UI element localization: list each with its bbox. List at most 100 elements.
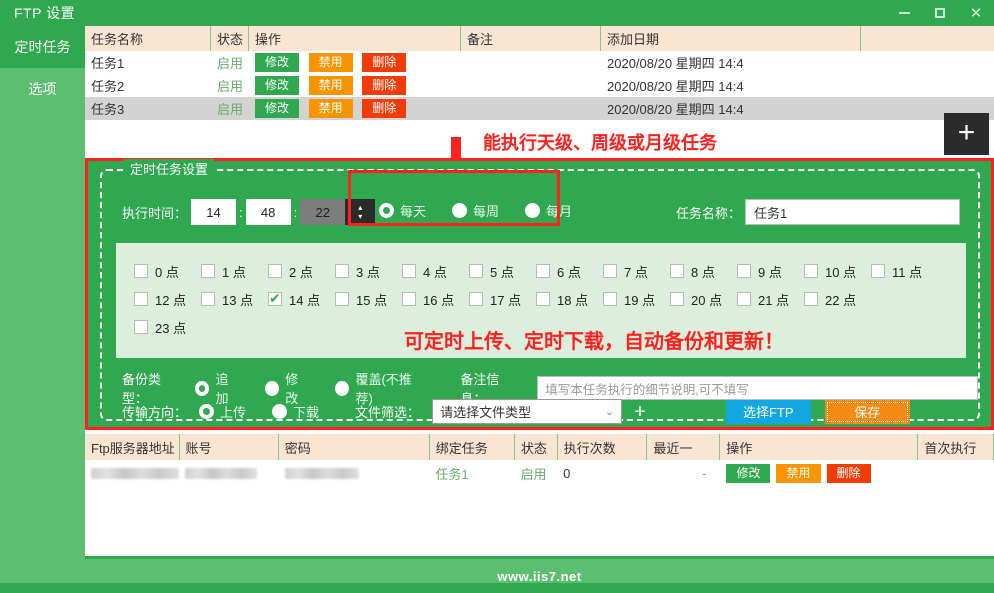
cell-task-name: 任务3	[85, 99, 211, 118]
hour-label: 23 点	[155, 318, 186, 337]
hour-checkbox-20[interactable]: 20 点	[670, 290, 737, 309]
task-name-label: 任务名称：	[676, 203, 741, 222]
delete-button[interactable]: 删除	[362, 53, 406, 72]
exec-time-label: 执行时间：	[122, 203, 187, 222]
hour-label: 3 点	[356, 262, 380, 281]
table-row[interactable]: 任务1 启用 修改 禁用 删除 2020/08/20 星期四 14:4	[85, 51, 994, 74]
hour-checkbox-10[interactable]: 10 点	[804, 262, 871, 281]
annotation-highlight-box	[348, 170, 560, 226]
table-row[interactable]: 任务1 启用 0 - 修改 禁用 删除	[85, 460, 994, 486]
hour-label: 14 点	[289, 290, 320, 309]
checkbox-icon	[268, 264, 282, 278]
checkbox-icon	[134, 292, 148, 306]
disable-button[interactable]: 禁用	[776, 464, 820, 483]
hour-checkbox-0[interactable]: 0 点	[134, 262, 201, 281]
column-header-bind-task: 绑定任务	[430, 434, 515, 460]
hour-checkbox-9[interactable]: 9 点	[737, 262, 804, 281]
delete-button[interactable]: 删除	[362, 76, 406, 95]
choose-ftp-button[interactable]: 选择FTP	[726, 400, 811, 424]
hour-checkbox-23[interactable]: 23 点	[134, 318, 201, 337]
cell-password	[279, 468, 430, 479]
column-header-last-exec: 最近一	[647, 434, 720, 460]
cell-operations: 修改 禁用 删除	[249, 99, 461, 118]
hour-checkbox-13[interactable]: 13 点	[201, 290, 268, 309]
task-name-input[interactable]: 任务1	[745, 199, 960, 225]
hour-checkbox-14[interactable]: 14 点	[268, 290, 335, 309]
column-header-first-exec: 首次执行	[918, 434, 994, 460]
hour-field[interactable]: 14	[191, 199, 236, 225]
column-header-address: Ftp服务器地址	[85, 434, 180, 460]
hour-checkbox-18[interactable]: 18 点	[536, 290, 603, 309]
redacted-account	[185, 468, 257, 479]
checkbox-icon	[469, 292, 483, 306]
task-table-body: 任务1 启用 修改 禁用 删除 2020/08/20 星期四 14:4 任务2 …	[85, 51, 994, 120]
delete-button[interactable]: 删除	[827, 464, 871, 483]
hour-checkbox-3[interactable]: 3 点	[335, 262, 402, 281]
edit-button[interactable]: 修改	[255, 76, 299, 95]
minimize-button[interactable]	[886, 0, 922, 26]
hour-checkbox-7[interactable]: 7 点	[603, 262, 670, 281]
hour-checkbox-15[interactable]: 15 点	[335, 290, 402, 309]
file-type-select[interactable]: 请选择文件类型 ⌄	[432, 399, 622, 424]
hour-label: 11 点	[892, 262, 922, 281]
ftp-table: Ftp服务器地址 账号 密码 绑定任务 状态 执行次数 最近一 操作 首次执行 …	[85, 434, 994, 559]
hour-checkbox-21[interactable]: 21 点	[737, 290, 804, 309]
window-controls: ✕	[886, 0, 994, 26]
edit-button[interactable]: 修改	[255, 99, 299, 118]
table-row[interactable]: 任务3 启用 修改 禁用 删除 2020/08/20 星期四 14:4	[85, 97, 994, 120]
maximize-button[interactable]	[922, 0, 958, 26]
column-header-ops: 操作	[720, 434, 918, 460]
radio-unselected-icon	[272, 404, 287, 419]
checkbox-icon	[603, 292, 617, 306]
hour-label: 4 点	[423, 262, 447, 281]
edit-button[interactable]: 修改	[255, 53, 299, 72]
cell-date: 2020/08/20 星期四 14:4	[601, 53, 861, 72]
disable-button[interactable]: 禁用	[309, 53, 353, 72]
sidebar-item-options[interactable]: 选项	[0, 68, 85, 110]
checkbox-icon	[536, 292, 550, 306]
redacted-address	[91, 468, 179, 479]
radio-upload[interactable]: 上传	[199, 402, 246, 421]
hour-checkbox-2[interactable]: 2 点	[268, 262, 335, 281]
edit-button[interactable]: 修改	[726, 464, 770, 483]
exec-time-row: 执行时间： 14 : 48 : 22 ▴ ▾	[122, 199, 375, 225]
table-row[interactable]: 任务2 启用 修改 禁用 删除 2020/08/20 星期四 14:4	[85, 74, 994, 97]
column-header-state: 状态	[211, 26, 249, 51]
radio-download[interactable]: 下载	[272, 402, 319, 421]
hour-checkbox-11[interactable]: 11 点	[871, 262, 938, 281]
close-button[interactable]: ✕	[958, 0, 994, 26]
sidebar-item-scheduled-tasks[interactable]: 定时任务	[0, 26, 85, 68]
delete-button[interactable]: 删除	[362, 99, 406, 118]
hour-label: 10 点	[825, 262, 856, 281]
second-field[interactable]: 22	[300, 199, 345, 225]
column-header-account: 账号	[180, 434, 279, 460]
bottom-strip	[0, 583, 994, 593]
add-task-button[interactable]: +	[944, 113, 989, 155]
column-header-remark: 备注	[461, 26, 601, 51]
hour-checkbox-16[interactable]: 16 点	[402, 290, 469, 309]
minute-field[interactable]: 48	[246, 199, 291, 225]
hour-checkbox-1[interactable]: 1 点	[201, 262, 268, 281]
hour-checkbox-19[interactable]: 19 点	[603, 290, 670, 309]
add-filter-button[interactable]: +	[634, 404, 646, 420]
remark-input[interactable]: 填写本任务执行的细节说明,可不填写	[537, 376, 978, 400]
hour-checkbox-12[interactable]: 12 点	[134, 290, 201, 309]
disable-button[interactable]: 禁用	[309, 99, 353, 118]
hour-checkbox-4[interactable]: 4 点	[402, 262, 469, 281]
hour-checkbox-8[interactable]: 8 点	[670, 262, 737, 281]
checkbox-icon	[804, 264, 818, 278]
hour-checkbox-17[interactable]: 17 点	[469, 290, 536, 309]
hour-checkbox-5[interactable]: 5 点	[469, 262, 536, 281]
watermark: www.iis7.net	[497, 569, 581, 584]
hour-checkbox-22[interactable]: 22 点	[804, 290, 871, 309]
checkbox-icon	[201, 292, 215, 306]
column-header-state: 状态	[515, 434, 558, 460]
column-header-exec-count: 执行次数	[558, 434, 648, 460]
hour-checkbox-6[interactable]: 6 点	[536, 262, 603, 281]
cell-bind-task: 任务1	[429, 464, 514, 483]
hour-label: 9 点	[758, 262, 782, 281]
disable-button[interactable]: 禁用	[309, 76, 353, 95]
cell-task-name: 任务1	[85, 53, 211, 72]
checkbox-icon	[335, 292, 349, 306]
save-button[interactable]: 保存	[825, 400, 910, 424]
